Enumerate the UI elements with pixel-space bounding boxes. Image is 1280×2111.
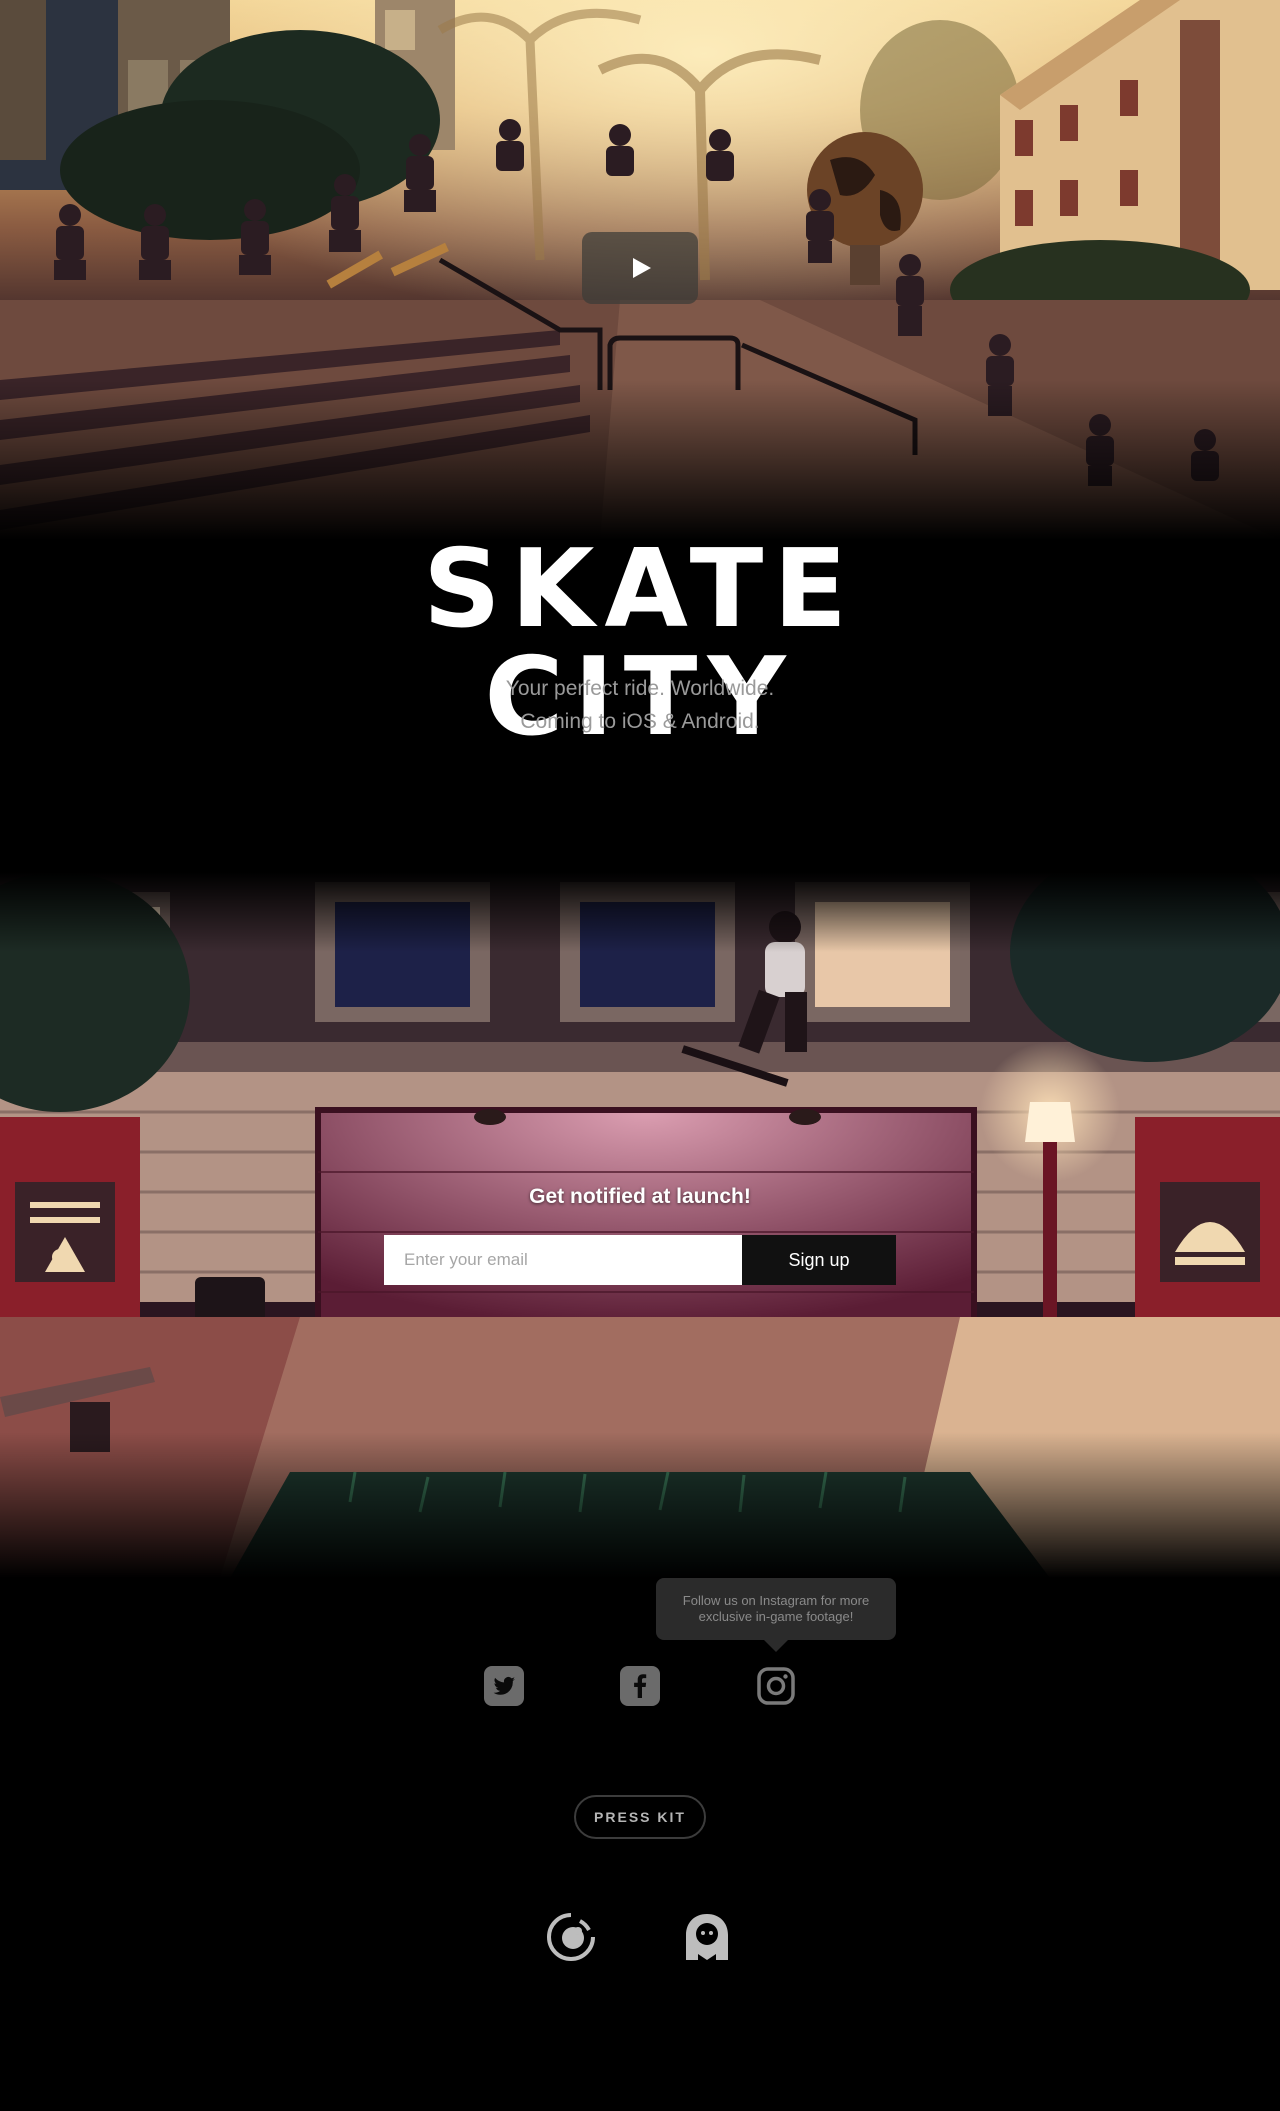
twitter-icon [484, 1666, 524, 1706]
studio-logo-icon [547, 1913, 595, 1961]
tagline: Your perfect ride. Worldwide. Coming to … [240, 672, 1040, 738]
facebook-link[interactable] [620, 1666, 660, 1706]
signup-button[interactable]: Sign up [742, 1235, 896, 1285]
signup-scene [0, 872, 1280, 1578]
instagram-icon [757, 1667, 795, 1705]
hero-fade-overlay [0, 380, 1280, 540]
instagram-tooltip: Follow us on Instagram for more exclusiv… [656, 1578, 896, 1640]
signup-background-image [0, 872, 1280, 1578]
instagram-link[interactable] [756, 1666, 796, 1706]
studio-mascot-link[interactable] [682, 1912, 732, 1962]
press-kit-button[interactable]: PRESS KIT [574, 1795, 706, 1839]
studio-logo-link[interactable] [546, 1912, 596, 1962]
tagline-line-1: Your perfect ride. Worldwide. [505, 677, 775, 700]
email-field[interactable] [384, 1235, 742, 1285]
tagline-line-2: Coming to iOS & Android. [520, 710, 760, 733]
video-play-button[interactable] [582, 232, 698, 304]
facebook-icon [620, 1666, 660, 1706]
signup-heading: Get notified at launch! [529, 1185, 751, 1208]
twitter-link[interactable] [484, 1666, 524, 1706]
tooltip-arrow [764, 1640, 788, 1652]
hero-section [0, 0, 1280, 540]
play-icon [633, 258, 651, 278]
studio-mascot-icon [686, 1914, 728, 1960]
